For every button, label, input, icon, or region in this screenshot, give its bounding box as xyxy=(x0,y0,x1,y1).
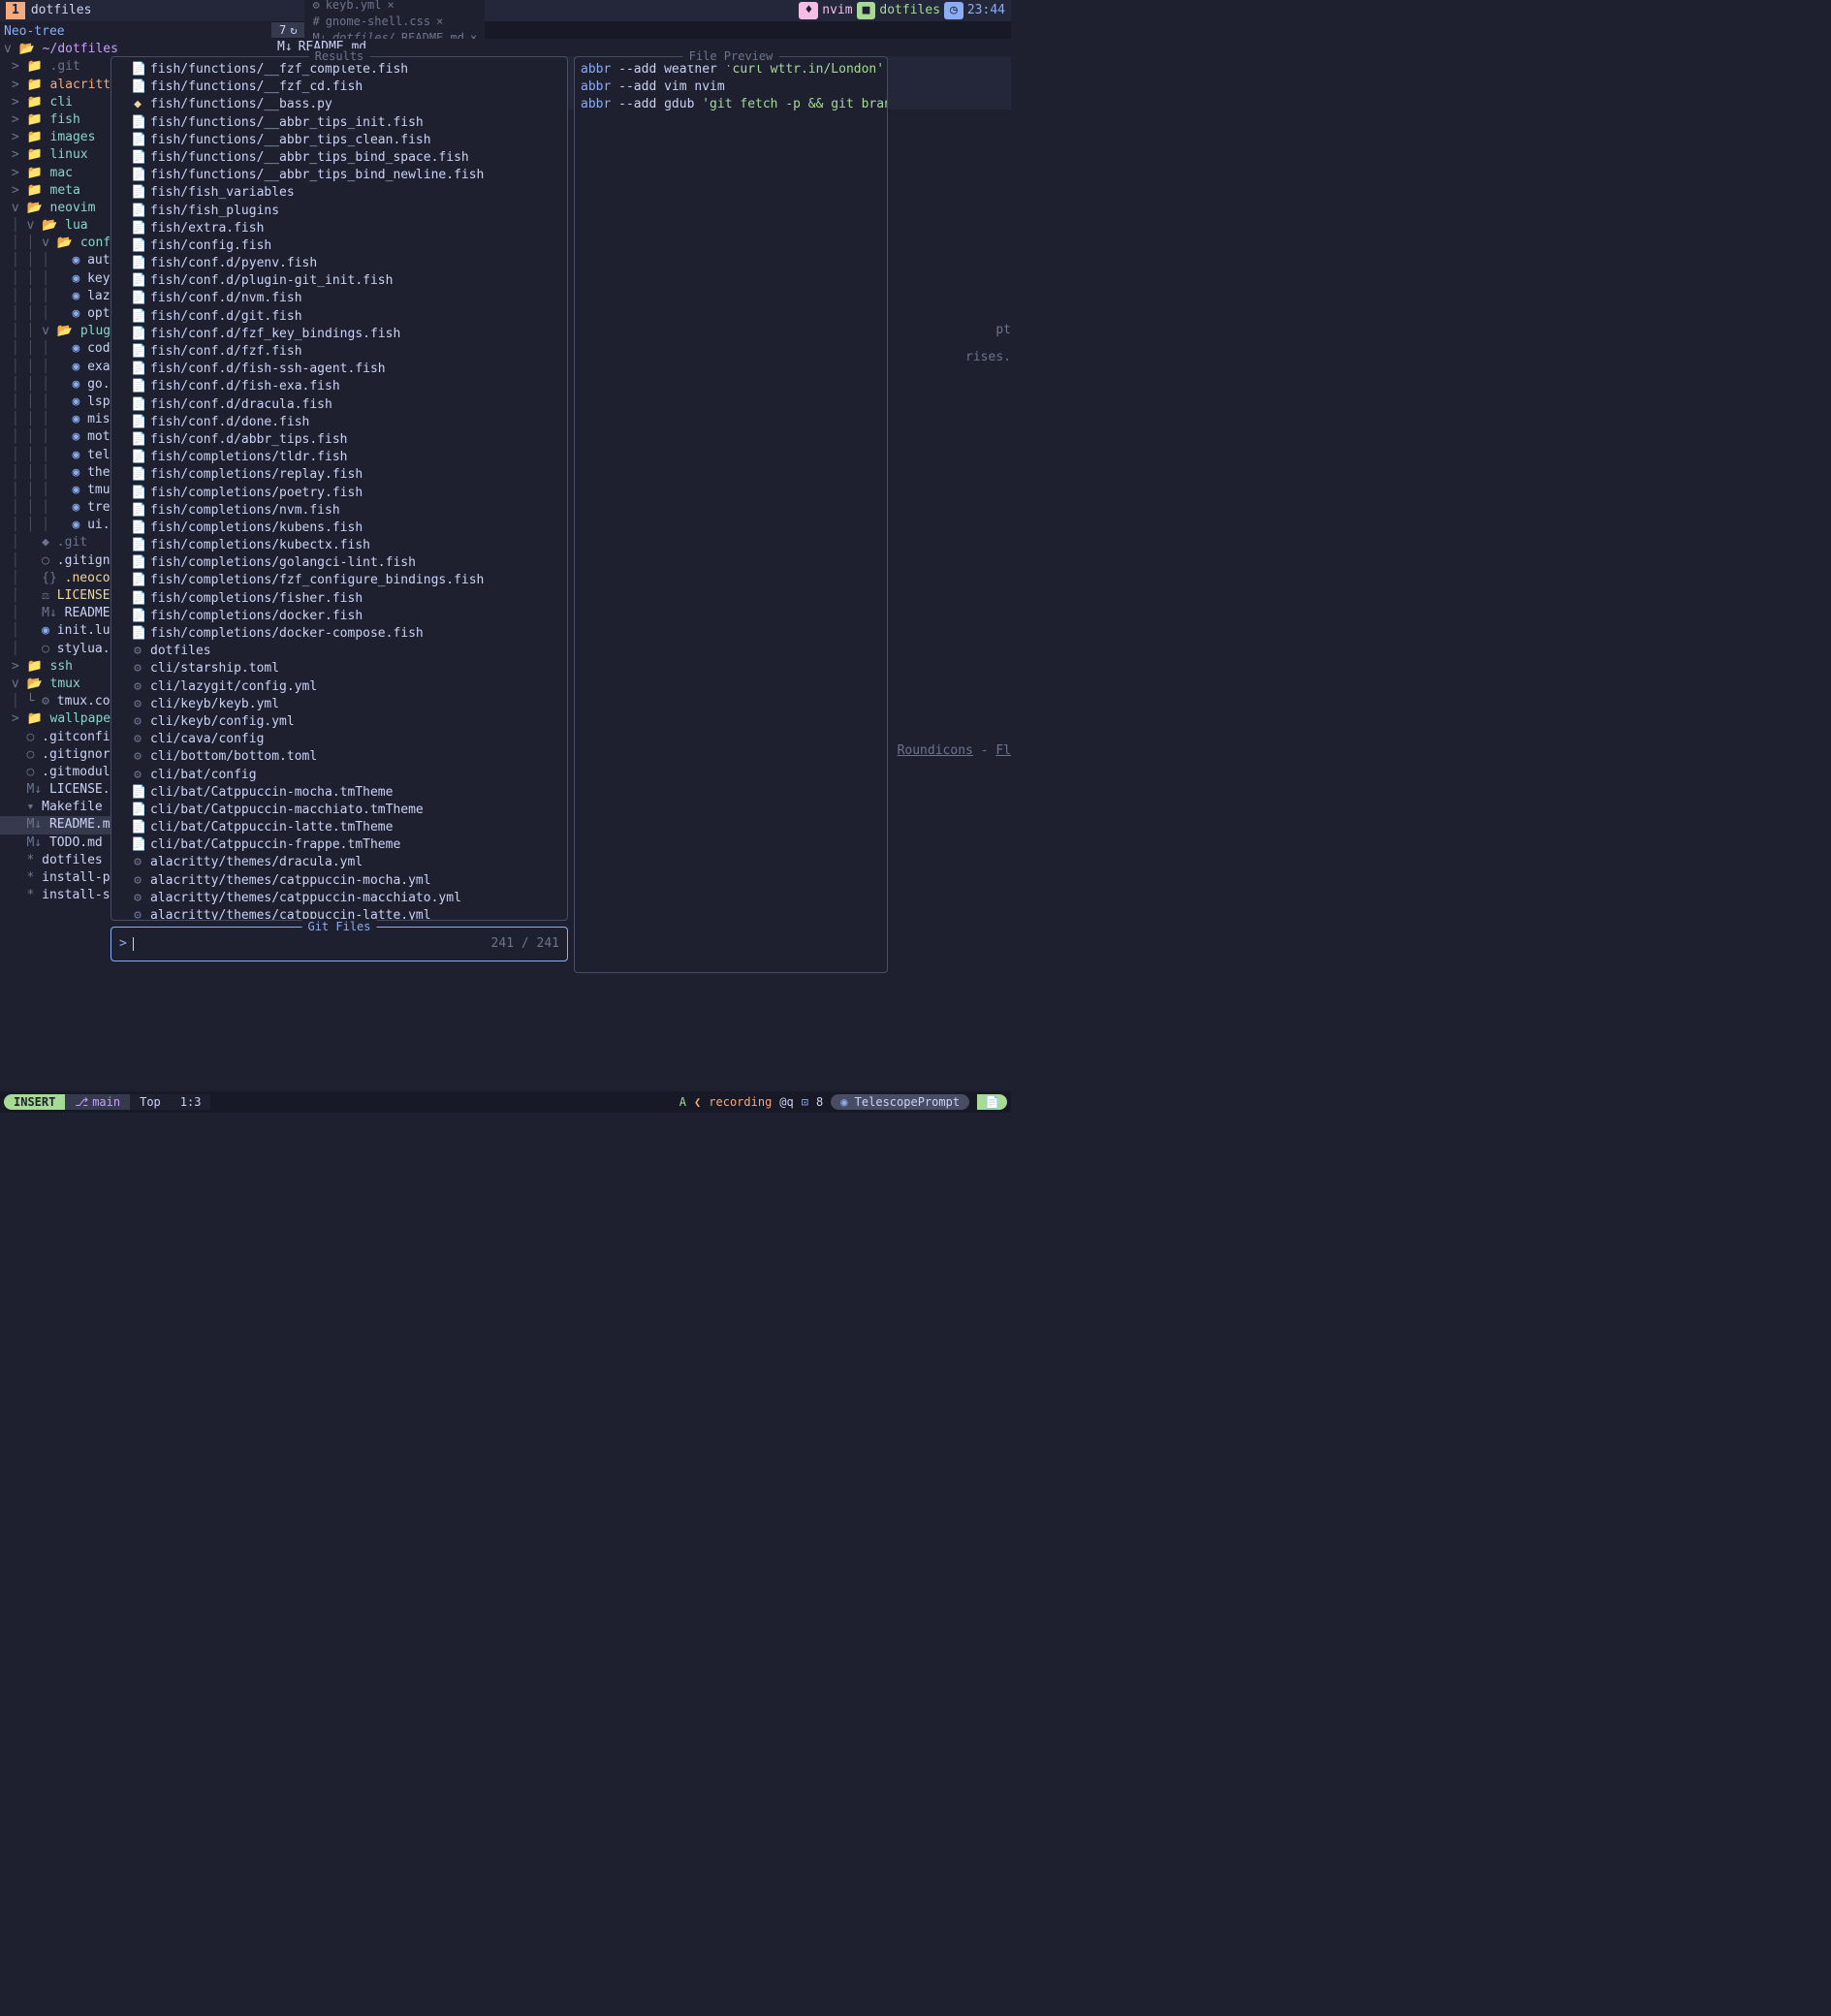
cursor-position: 1:3 xyxy=(171,1094,211,1111)
git-branch: ⎇ main xyxy=(65,1094,130,1111)
reload-icon: ↻ xyxy=(290,22,297,39)
branch-icon: ⎇ xyxy=(75,1094,88,1111)
result-item[interactable]: 📄fish/completions/docker-compose.fish xyxy=(113,625,565,643)
telescope-results[interactable]: Results 📄fish/functions/__fzf_complete.f… xyxy=(110,56,568,921)
telescope-picker: Results 📄fish/functions/__fzf_complete.f… xyxy=(110,56,888,973)
result-item[interactable]: 📄fish/fish_variables xyxy=(113,184,565,202)
preview-title: File Preview xyxy=(683,48,779,65)
result-item[interactable]: 📄fish/functions/__abbr_tips_bind_space.f… xyxy=(113,149,565,167)
result-item[interactable]: 📄fish/conf.d/done.fish xyxy=(113,414,565,431)
winbar: M↓ README.md xyxy=(271,39,1011,56)
buffer-tab[interactable]: ⚙keyb.yml× xyxy=(304,0,485,14)
scroll-position: Top xyxy=(130,1094,171,1111)
result-item[interactable]: ◆fish/functions/__bass.py xyxy=(113,96,565,113)
tab-count: 7 ↻ xyxy=(271,22,304,39)
tab-count: 8 xyxy=(816,1094,823,1111)
result-item[interactable]: ⚙dotfiles xyxy=(113,643,565,660)
result-item[interactable]: 📄fish/conf.d/git.fish xyxy=(113,308,565,326)
result-item[interactable]: 📄fish/completions/fisher.fish xyxy=(113,590,565,608)
result-item[interactable]: 📄fish/functions/__abbr_tips_clean.fish xyxy=(113,132,565,149)
session-icon: ■ xyxy=(857,2,876,19)
result-item[interactable]: ⚙cli/bat/config xyxy=(113,767,565,784)
result-item[interactable]: 📄fish/functions/__fzf_cd.fish xyxy=(113,79,565,96)
result-item[interactable]: ⚙cli/bottom/bottom.toml xyxy=(113,748,565,766)
result-item[interactable]: 📄fish/config.fish xyxy=(113,237,565,255)
buffer-tabbar: 7 ↻ ⚙keyb.yml×#gnome-shell.css×M↓dotfile… xyxy=(271,21,1011,39)
chevron-left-icon: ❮ xyxy=(694,1094,701,1111)
result-item[interactable]: 📄fish/functions/__abbr_tips_init.fish xyxy=(113,114,565,132)
tmux-titlebar: 1 dotfiles ♦ nvim ■ dotfiles ◷ 23:44 xyxy=(0,0,1011,21)
result-item[interactable]: ⚙cli/lazygit/config.yml xyxy=(113,678,565,696)
markdown-icon: M↓ xyxy=(277,39,293,56)
buffer-tab[interactable]: #gnome-shell.css× xyxy=(304,14,485,30)
clock-icon: ◷ xyxy=(944,2,963,19)
result-counter: 241 / 241 xyxy=(491,935,559,953)
prompt-title: Git Files xyxy=(301,919,376,935)
result-item[interactable]: 📄fish/fish_plugins xyxy=(113,203,565,220)
result-item[interactable]: ⚙alacritty/themes/catppuccin-mocha.yml xyxy=(113,872,565,890)
session-name: dotfiles xyxy=(879,2,940,19)
result-item[interactable]: 📄fish/functions/__abbr_tips_bind_newline… xyxy=(113,167,565,184)
result-item[interactable]: 📄fish/completions/golangci-lint.fish xyxy=(113,554,565,572)
file-icon: 📄 xyxy=(977,1094,1007,1111)
window-title: dotfiles xyxy=(31,2,92,19)
result-item[interactable]: 📄fish/conf.d/fzf.fish xyxy=(113,343,565,361)
result-item[interactable]: 📄fish/completions/replay.fish xyxy=(113,466,565,484)
result-item[interactable]: 📄fish/conf.d/fzf_key_bindings.fish xyxy=(113,326,565,343)
status-a: A xyxy=(679,1094,686,1111)
bg-text: rises. xyxy=(965,349,1011,366)
prompt-symbol: > xyxy=(119,935,127,953)
result-item[interactable]: 📄fish/conf.d/nvm.fish xyxy=(113,290,565,307)
result-item[interactable]: ⚙cli/keyb/keyb.yml xyxy=(113,696,565,713)
app-icon: ♦ xyxy=(799,2,818,19)
result-item[interactable]: 📄fish/completions/nvm.fish xyxy=(113,502,565,520)
result-item[interactable]: ⚙alacritty/themes/catppuccin-macchiato.y… xyxy=(113,890,565,907)
tabs-icon: ⊡ xyxy=(802,1094,808,1111)
result-item[interactable]: 📄fish/completions/tldr.fish xyxy=(113,449,565,466)
result-item[interactable]: 📄fish/completions/fzf_configure_bindings… xyxy=(113,572,565,589)
statusline: INSERT ⎇ main Top 1:3 A ❮ recording @q ⊡… xyxy=(0,1091,1011,1113)
result-item[interactable]: 📄fish/completions/poetry.fish xyxy=(113,485,565,502)
results-title: Results xyxy=(309,48,370,65)
result-item[interactable]: 📄fish/conf.d/pyenv.fish xyxy=(113,255,565,272)
result-item[interactable]: 📄fish/conf.d/fish-ssh-agent.fish xyxy=(113,361,565,378)
clock-time: 23:44 xyxy=(967,2,1005,19)
telescope-prompt[interactable]: Git Files > 241 / 241 xyxy=(110,927,568,961)
result-item[interactable]: 📄fish/completions/docker.fish xyxy=(113,608,565,625)
result-item[interactable]: 📄fish/completions/kubectx.fish xyxy=(113,537,565,554)
app-name: nvim xyxy=(822,2,852,19)
result-item[interactable]: 📄fish/conf.d/fish-exa.fish xyxy=(113,378,565,395)
recording-indicator: recording xyxy=(709,1094,772,1111)
telescope-preview: File Preview abbr --add weather 'curl wt… xyxy=(574,56,888,973)
result-item[interactable]: ⚙cli/cava/config xyxy=(113,731,565,748)
filetype: ◉ TelescopePrompt xyxy=(831,1094,969,1111)
result-item[interactable]: 📄fish/extra.fish xyxy=(113,220,565,237)
result-item[interactable]: 📄fish/conf.d/plugin-git_init.fish xyxy=(113,272,565,290)
result-item[interactable]: 📄fish/conf.d/abbr_tips.fish xyxy=(113,431,565,449)
preview-line: abbr --add gdub 'git fetch -p && git bra… xyxy=(581,96,881,113)
result-item[interactable]: 📄fish/completions/kubens.fish xyxy=(113,520,565,537)
result-item[interactable]: ⚙cli/starship.toml xyxy=(113,660,565,677)
window-index: 1 xyxy=(6,2,25,19)
result-item[interactable]: ⚙alacritty/themes/dracula.yml xyxy=(113,854,565,871)
macro-register: @q xyxy=(779,1094,793,1111)
result-item[interactable]: 📄cli/bat/Catppuccin-macchiato.tmTheme xyxy=(113,802,565,819)
mode-indicator: INSERT xyxy=(4,1094,65,1111)
result-item[interactable]: 📄cli/bat/Catppuccin-latte.tmTheme xyxy=(113,819,565,836)
result-item[interactable]: ⚙cli/keyb/config.yml xyxy=(113,713,565,731)
result-item[interactable]: 📄cli/bat/Catppuccin-frappe.tmTheme xyxy=(113,836,565,854)
result-item[interactable]: 📄cli/bat/Catppuccin-mocha.tmTheme xyxy=(113,784,565,802)
tree-root[interactable]: ~/dotfiles xyxy=(43,42,118,56)
neo-tree-title: Neo-tree xyxy=(0,23,271,41)
result-item[interactable]: 📄fish/conf.d/dracula.fish xyxy=(113,396,565,414)
preview-line: abbr --add vim nvim xyxy=(581,79,881,96)
cursor xyxy=(133,937,134,951)
bg-text: pt xyxy=(995,322,1011,339)
